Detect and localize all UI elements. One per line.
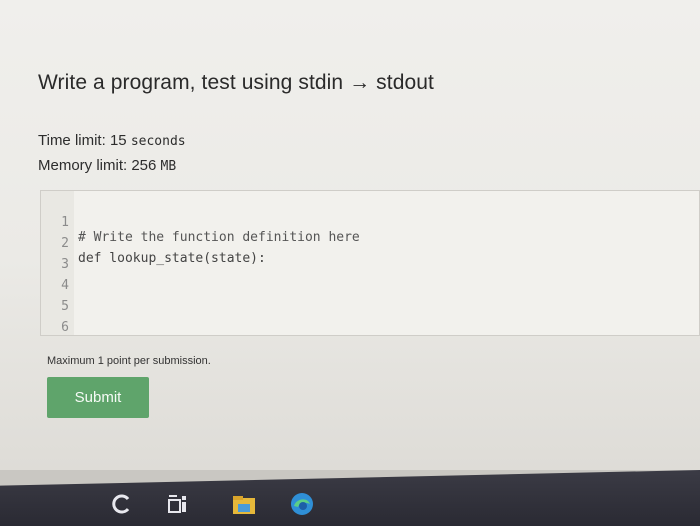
time-limit: Time limit: 15 seconds [38, 132, 186, 149]
code-line[interactable]: 1 # Write the function definition here [41, 200, 699, 245]
code-line[interactable]: 4 [41, 263, 699, 293]
code-line[interactable]: 5 [41, 284, 699, 314]
code-line[interactable]: 3 [41, 242, 699, 272]
code-line[interactable]: 7 [41, 323, 699, 337]
taskbar-surface [0, 470, 700, 526]
code-editor[interactable]: 1 # Write the function definition here 2… [40, 190, 700, 336]
file-explorer-icon[interactable] [230, 490, 258, 518]
task-view-icon[interactable] [165, 490, 193, 518]
page: Write a program, test using stdin → stdo… [0, 0, 700, 470]
time-limit-label: Time limit: [38, 132, 106, 149]
memory-limit-label: Memory limit: [38, 157, 128, 174]
time-limit-value: 15 [109, 132, 127, 149]
submission-note: Maximum 1 point per submission. [47, 355, 211, 367]
memory-limit: Memory limit: 256 MB [38, 157, 176, 174]
search-icon[interactable] [108, 490, 136, 518]
taskbar [0, 470, 700, 526]
submit-button[interactable]: Submit [47, 377, 149, 418]
page-title: Write a program, test using stdin → stdo… [38, 71, 434, 94]
code-line[interactable]: 2 def lookup_state(state): [41, 221, 699, 266]
edge-browser-icon[interactable] [288, 490, 316, 518]
code-line[interactable]: 6 [41, 305, 699, 335]
memory-limit-value: 256 [131, 157, 157, 174]
memory-limit-unit: MB [160, 159, 177, 174]
time-limit-unit: seconds [130, 134, 186, 149]
